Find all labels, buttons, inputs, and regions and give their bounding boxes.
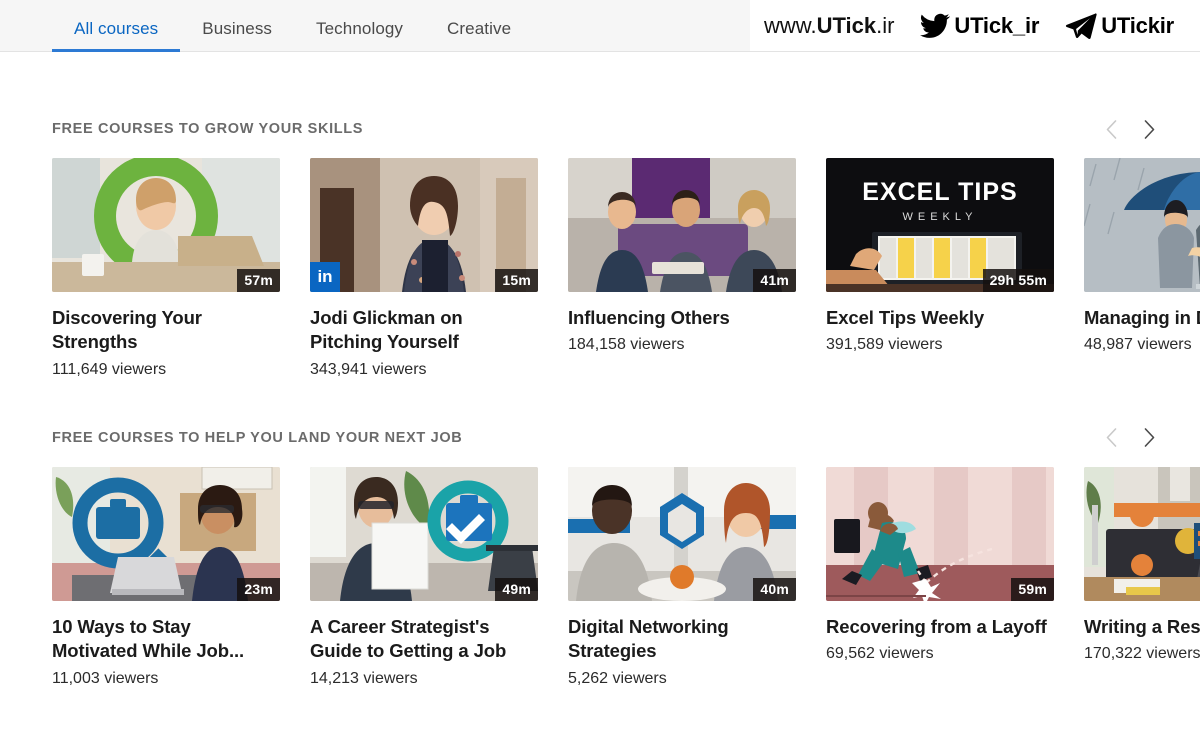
course-title: Jodi Glickman on Pitching Yourself — [310, 306, 538, 355]
course-title: Digital Networking Strategies — [568, 615, 796, 664]
course-title: Writing a Resume — [1084, 615, 1200, 639]
section-2-header: FREE COURSES TO HELP YOU LAND YOUR NEXT … — [0, 421, 1200, 455]
course-duration-badge: 57m — [237, 269, 280, 292]
course-duration-badge: 40m — [753, 578, 796, 601]
course-viewer-count: 69,562 viewers — [826, 645, 1054, 663]
course-title: Recovering from a Layoff — [826, 615, 1054, 639]
course-viewer-count: 184,158 viewers — [568, 336, 796, 354]
course-duration-badge: 49m — [495, 578, 538, 601]
course-viewer-count: 170,322 viewers — [1084, 645, 1200, 663]
svg-text:EXCEL TIPS: EXCEL TIPS — [862, 178, 1017, 206]
section-grow-your-skills: FREE COURSES TO GROW YOUR SKILLS — [0, 112, 1200, 379]
course-thumbnail[interactable]: in 15m — [310, 158, 538, 292]
section-2-next-button[interactable] — [1138, 423, 1160, 453]
section-1-header: FREE COURSES TO GROW YOUR SKILLS — [0, 112, 1200, 146]
section-2-prev-button[interactable] — [1100, 423, 1122, 453]
section-2-carousel-nav — [1100, 423, 1160, 453]
course-viewer-count: 48,987 viewers — [1084, 336, 1200, 354]
brand-website-prefix: www. — [764, 13, 817, 38]
section-1-card-list: 57m Discovering Your Strengths 111,649 v… — [0, 158, 1200, 379]
section-1-prev-button[interactable] — [1100, 114, 1122, 144]
course-thumbnail[interactable]: 40m — [568, 467, 796, 601]
section-land-your-next-job: FREE COURSES TO HELP YOU LAND YOUR NEXT … — [0, 421, 1200, 688]
course-duration-badge: 59m — [1011, 578, 1054, 601]
course-card[interactable]: 23m 10 Ways to Stay Motivated While Job.… — [52, 467, 280, 688]
course-thumbnail[interactable]: EXCEL TIPS WEEKLY — [826, 158, 1054, 292]
course-duration-badge: 15m — [495, 269, 538, 292]
tab-creative[interactable]: Creative — [425, 20, 533, 51]
brand-twitter-handle: UTick_ir — [954, 13, 1039, 39]
course-viewer-count: 391,589 viewers — [826, 336, 1054, 354]
course-card[interactable]: 59m Recovering from a Layoff 69,562 view… — [826, 467, 1054, 688]
course-catalog: FREE COURSES TO GROW YOUR SKILLS — [0, 52, 1200, 688]
tab-technology[interactable]: Technology — [294, 20, 425, 51]
course-thumbnail[interactable] — [1084, 158, 1200, 292]
section-1-title: FREE COURSES TO GROW YOUR SKILLS — [52, 121, 363, 137]
course-viewer-count: 343,941 viewers — [310, 361, 538, 379]
course-title: Influencing Others — [568, 306, 796, 330]
course-title: Excel Tips Weekly — [826, 306, 1054, 330]
chevron-left-icon — [1106, 120, 1117, 139]
tab-business[interactable]: Business — [180, 20, 294, 51]
brand-telegram: UTickir — [1065, 13, 1174, 39]
course-card[interactable]: EXCEL TIPS WEEKLY — [826, 158, 1054, 379]
course-thumbnail[interactable]: 59m — [826, 467, 1054, 601]
course-viewer-count: 14,213 viewers — [310, 670, 538, 688]
course-thumbnail[interactable] — [1084, 467, 1200, 601]
tab-business-label: Business — [202, 19, 272, 38]
course-viewer-count: 111,649 viewers — [52, 361, 280, 379]
course-viewer-count: 5,262 viewers — [568, 670, 796, 688]
thumbnail-illustration — [1084, 158, 1200, 292]
course-viewer-count: 11,003 viewers — [52, 670, 280, 688]
tab-all-courses[interactable]: All courses — [52, 20, 180, 51]
section-2-card-list: 23m 10 Ways to Stay Motivated While Job.… — [0, 467, 1200, 688]
brand-website: www.UTick.ir — [764, 13, 894, 39]
chevron-right-icon — [1144, 120, 1155, 139]
course-card[interactable]: 41m Influencing Others 184,158 viewers — [568, 158, 796, 379]
tab-creative-label: Creative — [447, 19, 511, 38]
tab-technology-label: Technology — [316, 19, 403, 38]
course-title: 10 Ways to Stay Motivated While Job... — [52, 615, 280, 664]
course-thumbnail[interactable]: 57m — [52, 158, 280, 292]
course-title: Managing in Diffi Times — [1084, 306, 1200, 330]
twitter-bird-icon — [920, 13, 950, 39]
course-card[interactable]: 49m A Career Strategist's Guide to Getti… — [310, 467, 538, 688]
section-2-title: FREE COURSES TO HELP YOU LAND YOUR NEXT … — [52, 430, 462, 446]
chevron-left-icon — [1106, 428, 1117, 447]
course-duration-badge: 23m — [237, 578, 280, 601]
brand-telegram-handle: UTickir — [1101, 13, 1174, 39]
brand-website-suffix: .ir — [876, 13, 894, 38]
course-thumbnail[interactable]: 49m — [310, 467, 538, 601]
svg-text:WEEKLY: WEEKLY — [902, 211, 977, 223]
top-spacer — [0, 52, 1200, 112]
course-card[interactable]: Writing a Resume 170,322 viewers — [1084, 467, 1200, 688]
chevron-right-icon — [1144, 428, 1155, 447]
course-card[interactable]: 40m Digital Networking Strategies 5,262 … — [568, 467, 796, 688]
course-card[interactable]: 57m Discovering Your Strengths 111,649 v… — [52, 158, 280, 379]
tab-all-courses-label: All courses — [74, 19, 158, 38]
course-card[interactable]: in 15m Jodi Glickman on Pitching Yoursel… — [310, 158, 538, 379]
course-duration-badge: 29h 55m — [983, 269, 1054, 292]
brand-twitter: UTick_ir — [920, 13, 1039, 39]
thumbnail-illustration — [1084, 467, 1200, 601]
course-duration-badge: 41m — [753, 269, 796, 292]
telegram-plane-icon — [1065, 13, 1097, 39]
section-divider-spacer — [0, 379, 1200, 421]
course-title: A Career Strategist's Guide to Getting a… — [310, 615, 538, 664]
course-card[interactable]: Managing in Diffi Times 48,987 viewers — [1084, 158, 1200, 379]
branding-watermark: www.UTick.ir UTick_ir UTickir — [750, 0, 1200, 51]
course-thumbnail[interactable]: 23m — [52, 467, 280, 601]
brand-website-name: UTick — [817, 13, 877, 38]
section-1-next-button[interactable] — [1138, 114, 1160, 144]
course-thumbnail[interactable]: 41m — [568, 158, 796, 292]
linkedin-badge-icon: in — [310, 262, 340, 292]
section-1-carousel-nav — [1100, 114, 1160, 144]
course-title: Discovering Your Strengths — [52, 306, 280, 355]
